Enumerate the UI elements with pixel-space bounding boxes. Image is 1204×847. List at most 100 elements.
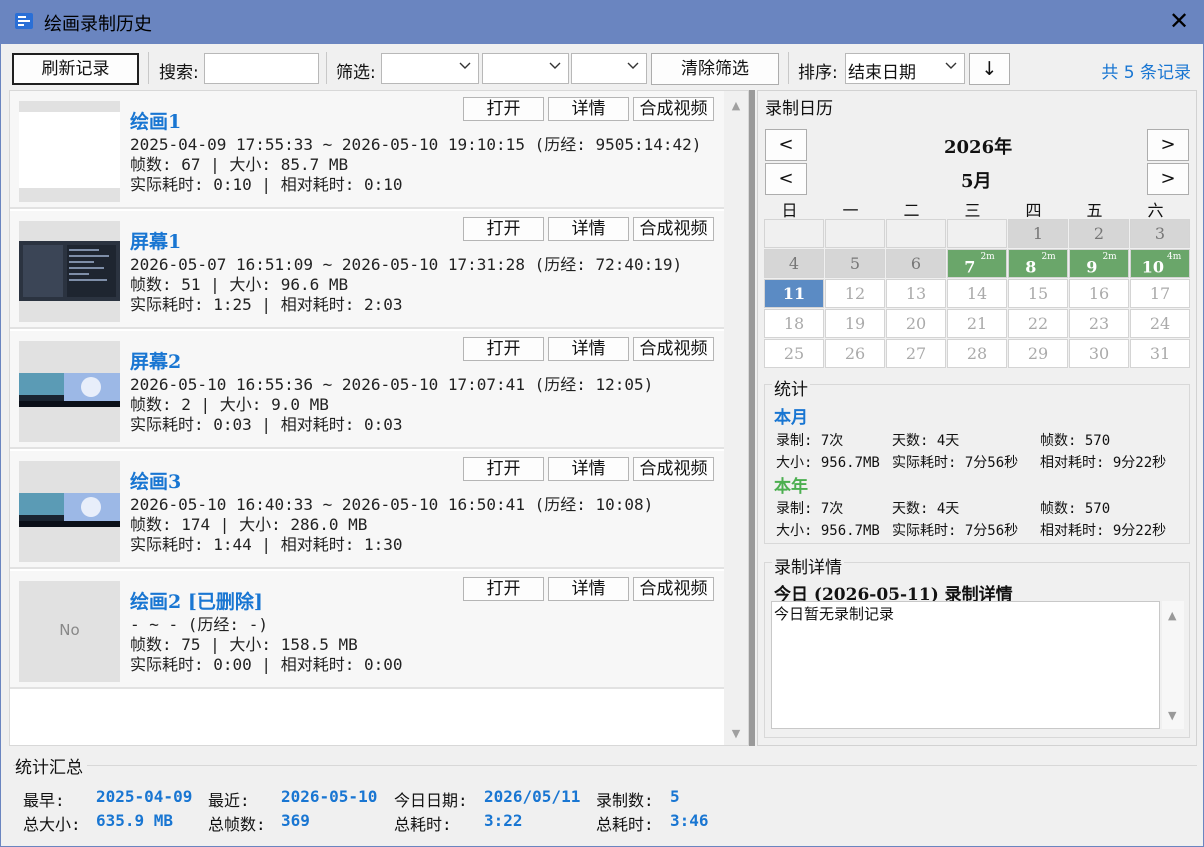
- list-scrollbar[interactable]: ▲ ▼: [724, 91, 748, 745]
- window-title: 绘画录制历史: [44, 14, 152, 35]
- item-name[interactable]: 绘画3: [130, 467, 181, 494]
- year-record-count: 录制: 7次: [776, 501, 844, 517]
- details-button[interactable]: 详情: [548, 97, 629, 121]
- thumbnail: [19, 101, 120, 202]
- sort-direction-button[interactable]: ↓: [969, 53, 1010, 85]
- calendar-day[interactable]: 24: [1130, 309, 1190, 338]
- refresh-button[interactable]: 刷新记录: [12, 53, 139, 85]
- calendar-day[interactable]: 3: [1130, 219, 1190, 248]
- calendar-day[interactable]: 6: [886, 249, 946, 278]
- prev-year-button[interactable]: <: [765, 129, 807, 161]
- calendar-day[interactable]: 19: [825, 309, 885, 338]
- item-name[interactable]: 屏幕1: [130, 227, 181, 254]
- stats-section-title: 统计: [772, 375, 810, 400]
- open-button[interactable]: 打开: [463, 97, 544, 121]
- details-button[interactable]: 详情: [548, 577, 629, 601]
- details-text[interactable]: 今日暂无录制记录: [771, 601, 1160, 729]
- summary-divider: [13, 765, 1197, 766]
- make-video-button[interactable]: 合成视频: [633, 457, 714, 481]
- summary-panel: 统计汇总 最早: 2025-04-09 最近: 2026-05-10 今日日期:…: [9, 749, 1197, 844]
- calendar-day[interactable]: 2: [1069, 219, 1129, 248]
- details-button[interactable]: 详情: [548, 337, 629, 361]
- close-icon[interactable]: ✕: [1166, 8, 1192, 34]
- calendar-day[interactable]: 27: [886, 339, 946, 368]
- prev-month-button[interactable]: <: [765, 163, 807, 195]
- calendar-day[interactable]: 29: [1008, 339, 1068, 368]
- details-button[interactable]: 详情: [548, 217, 629, 241]
- calendar-day[interactable]: 30: [1069, 339, 1129, 368]
- calendar-day[interactable]: 22: [1008, 309, 1068, 338]
- scroll-up-icon[interactable]: ▲: [730, 99, 742, 112]
- calendar-day[interactable]: 15: [1008, 279, 1068, 308]
- details-button[interactable]: 详情: [548, 457, 629, 481]
- calendar-day[interactable]: 23: [1069, 309, 1129, 338]
- year-relative-time: 相对耗时: 9分22秒: [1040, 523, 1167, 539]
- year-days: 天数: 4天: [892, 501, 960, 517]
- calendar-day[interactable]: 31: [1130, 339, 1190, 368]
- item-name[interactable]: 绘画2 [已删除]: [130, 587, 263, 614]
- calendar-day[interactable]: 26: [825, 339, 885, 368]
- month-record-count: 录制: 7次: [776, 433, 844, 449]
- clear-filter-button[interactable]: 清除筛选: [651, 53, 779, 85]
- calendar-day-badge: 2m: [980, 252, 995, 262]
- make-video-button[interactable]: 合成视频: [633, 217, 714, 241]
- weekday-label: 四: [1025, 201, 1042, 220]
- calendar-day-recorded[interactable]: 8 2m: [1008, 249, 1068, 278]
- open-button[interactable]: 打开: [463, 217, 544, 241]
- open-button[interactable]: 打开: [463, 337, 544, 361]
- calendar-section-title: 录制日历: [765, 99, 833, 119]
- list-item[interactable]: No 打开 详情 合成视频 绘画2 [已删除] - ~ - (历经: -) 帧数…: [10, 571, 724, 689]
- calendar-day[interactable]: 12: [825, 279, 885, 308]
- calendar-day[interactable]: 1: [1008, 219, 1068, 248]
- calendar-day[interactable]: 14: [947, 279, 1007, 308]
- make-video-button[interactable]: 合成视频: [633, 97, 714, 121]
- thumbnail-canvas: [19, 112, 120, 188]
- scroll-up-icon[interactable]: ▲: [1168, 609, 1176, 622]
- list-item[interactable]: 打开 详情 合成视频 屏幕2 2026-05-10 16:55:36 ~ 202…: [10, 331, 724, 449]
- item-name[interactable]: 屏幕2: [130, 347, 181, 374]
- calendar-day[interactable]: 5: [825, 249, 885, 278]
- list-item[interactable]: 打开 详情 合成视频 屏幕1 2026-05-07 16:51:09 ~ 202…: [10, 211, 724, 329]
- calendar-day[interactable]: 25: [764, 339, 824, 368]
- weekday-label: 一: [842, 201, 859, 220]
- calendar-day-recorded[interactable]: 104m: [1130, 249, 1190, 278]
- filter-select-2[interactable]: [482, 53, 569, 84]
- calendar-month: 5月: [961, 171, 992, 192]
- calendar-year: 2026年: [944, 137, 1013, 158]
- search-input[interactable]: [204, 53, 319, 84]
- calendar-day[interactable]: 28: [947, 339, 1007, 368]
- list-item[interactable]: 打开 详情 合成视频 绘画3 2026-05-10 16:40:33 ~ 202…: [10, 451, 724, 569]
- filter-select-1[interactable]: [381, 53, 479, 84]
- filter-select-3[interactable]: [571, 53, 647, 84]
- year-actual-time: 实际耗时: 7分56秒: [892, 523, 1019, 539]
- calendar-day-recorded[interactable]: 7 2m: [947, 249, 1007, 278]
- item-elapsed: 实际耗时: 1:25 | 相对耗时: 2:03: [130, 295, 403, 314]
- month-relative-time: 相对耗时: 9分22秒: [1040, 455, 1167, 471]
- calendar-day-recorded[interactable]: 9 2m: [1069, 249, 1129, 278]
- calendar-day[interactable]: 4: [764, 249, 824, 278]
- calendar-day[interactable]: 21: [947, 309, 1007, 338]
- make-video-button[interactable]: 合成视频: [633, 577, 714, 601]
- calendar-day[interactable]: 18: [764, 309, 824, 338]
- weekday-label: 日: [781, 201, 798, 220]
- list-item[interactable]: 打开 详情 合成视频 绘画1 2025-04-09 17:55:33 ~ 202…: [10, 91, 724, 209]
- scroll-down-icon[interactable]: ▼: [1168, 709, 1176, 722]
- scroll-down-icon[interactable]: ▼: [730, 727, 742, 740]
- details-scrollbar[interactable]: ▲ ▼: [1162, 601, 1184, 729]
- calendar-day-today[interactable]: 11: [764, 279, 824, 308]
- item-name[interactable]: 绘画1: [130, 107, 181, 134]
- calendar-day[interactable]: 16: [1069, 279, 1129, 308]
- calendar-day[interactable]: 13: [886, 279, 946, 308]
- next-month-button[interactable]: >: [1147, 163, 1189, 195]
- open-button[interactable]: 打开: [463, 577, 544, 601]
- panel-splitter[interactable]: [749, 90, 755, 746]
- sort-select[interactable]: 结束日期: [845, 53, 965, 84]
- today-label: 今日日期:: [394, 791, 468, 810]
- month-days: 天数: 4天: [892, 433, 960, 449]
- open-button[interactable]: 打开: [463, 457, 544, 481]
- make-video-button[interactable]: 合成视频: [633, 337, 714, 361]
- calendar-day[interactable]: 20: [886, 309, 946, 338]
- calendar-day[interactable]: 17: [1130, 279, 1190, 308]
- thumbnail: [19, 341, 120, 442]
- next-year-button[interactable]: >: [1147, 129, 1189, 161]
